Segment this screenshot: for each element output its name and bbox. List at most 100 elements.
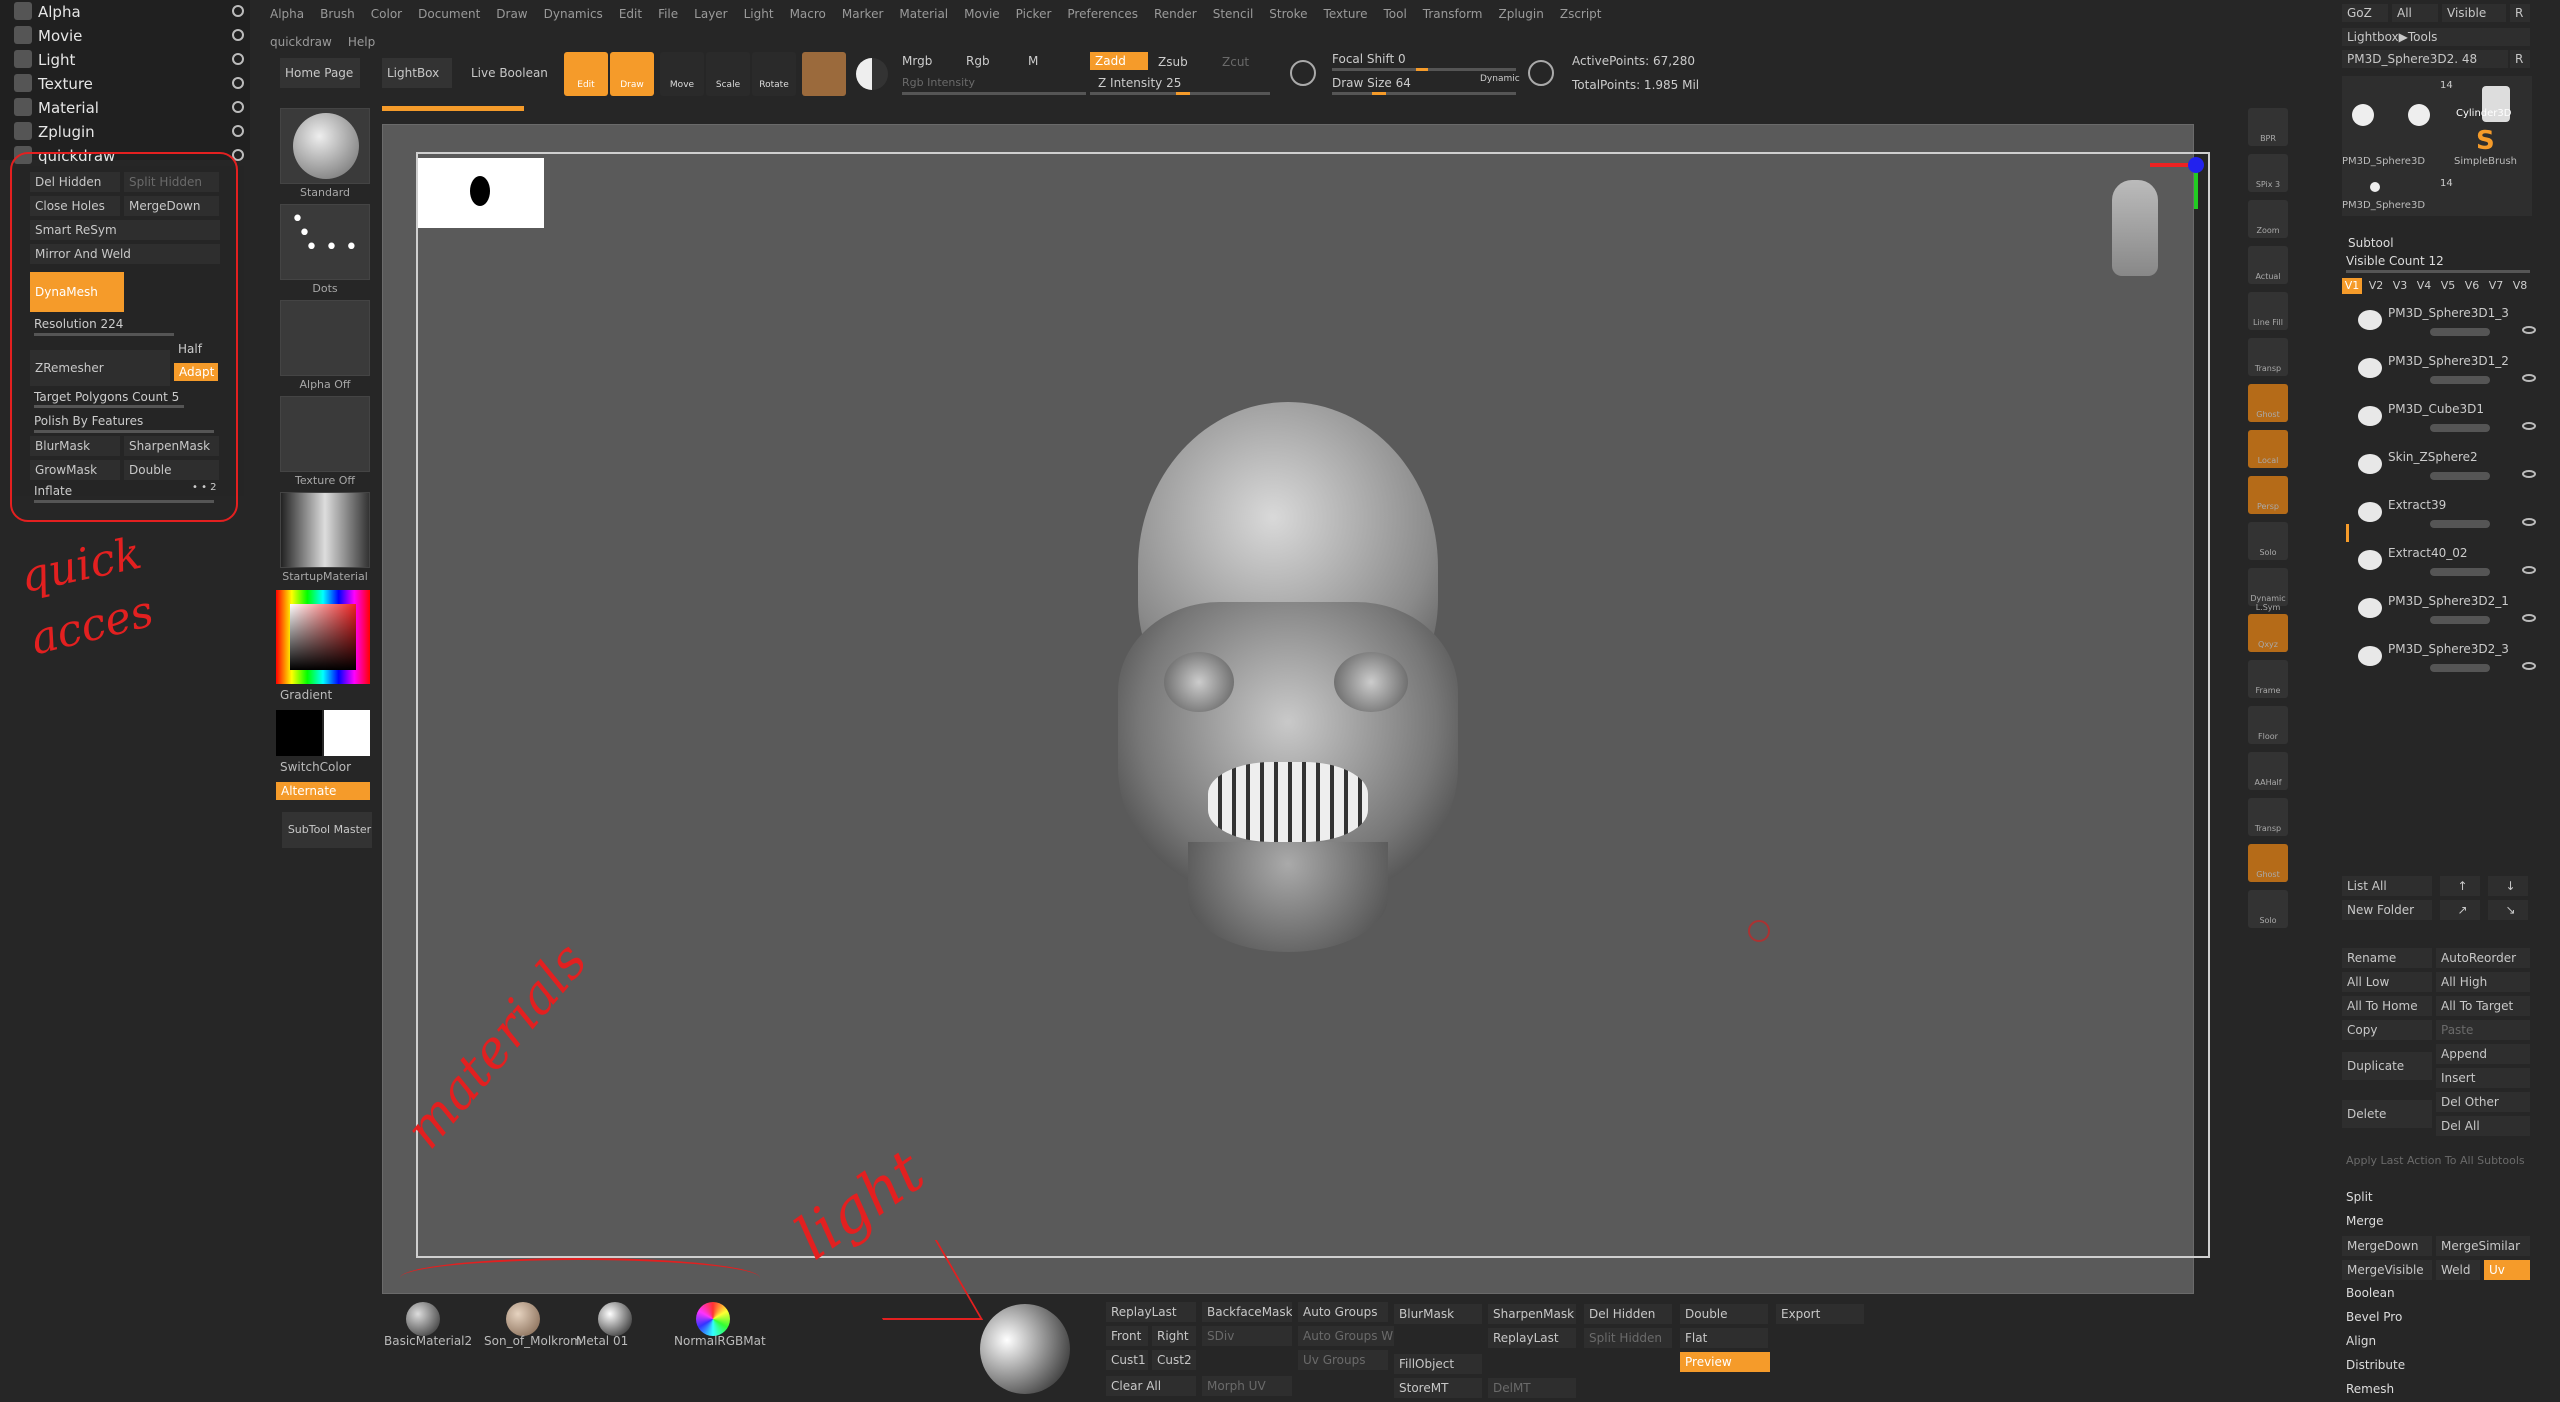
material-sphere-icon[interactable] bbox=[598, 1302, 632, 1336]
del-other-button[interactable]: Del Other bbox=[2436, 1092, 2530, 1112]
menu-item-movie[interactable]: Movie bbox=[964, 0, 1000, 28]
color-square[interactable] bbox=[290, 604, 356, 670]
backfacemask-button[interactable]: BackfaceMask bbox=[1202, 1302, 1292, 1322]
bottom-double-button[interactable]: Double bbox=[1680, 1304, 1768, 1324]
half-sphere-icon[interactable] bbox=[856, 58, 888, 90]
eye-icon[interactable] bbox=[2522, 662, 2536, 670]
eye-icon[interactable] bbox=[2522, 374, 2536, 382]
r2-button[interactable]: R bbox=[2510, 50, 2530, 68]
visible-count-slider[interactable] bbox=[2346, 270, 2530, 273]
lightbox-button[interactable]: LightBox bbox=[382, 58, 452, 88]
version-v2-button[interactable]: V2 bbox=[2366, 278, 2386, 294]
material-sphere-icon[interactable] bbox=[506, 1302, 540, 1336]
sdiv-slider[interactable]: SDiv bbox=[1202, 1326, 1292, 1346]
view-persp-button[interactable]: Persp bbox=[2248, 476, 2288, 514]
view-spix-3-button[interactable]: SPix 3 bbox=[2248, 154, 2288, 192]
pop-out-icon[interactable] bbox=[232, 101, 244, 113]
view-transp-button[interactable]: Transp bbox=[2248, 798, 2288, 836]
merge-section[interactable]: Merge bbox=[2346, 1214, 2383, 1228]
brush-selector[interactable]: Standard bbox=[280, 108, 370, 199]
menu-item-zscript[interactable]: Zscript bbox=[1560, 0, 1602, 28]
autogroups-button[interactable]: Auto Groups bbox=[1298, 1302, 1388, 1322]
arrow-down-button[interactable]: ↓ bbox=[2488, 876, 2528, 896]
autogroups-uv-button[interactable]: Auto Groups With UV bbox=[1298, 1326, 1394, 1346]
rgb-intensity-label[interactable]: Rgb Intensity bbox=[902, 76, 975, 89]
align-section[interactable]: Align bbox=[2346, 1334, 2376, 1348]
menu-item-texture[interactable]: Texture bbox=[1324, 0, 1368, 28]
axis-gizmo-icon[interactable] bbox=[2150, 155, 2208, 215]
switch-color-button[interactable]: SwitchColor bbox=[280, 760, 351, 774]
palette-texture[interactable]: Texture bbox=[14, 72, 244, 96]
subtool-toggles[interactable] bbox=[2430, 664, 2490, 672]
tool-thumbnails[interactable]: 14 PM3D_Sphere3D Cylinder3D S SimpleBrus… bbox=[2342, 76, 2532, 216]
view-line-fill-button[interactable]: Line Fill bbox=[2248, 292, 2288, 330]
boolean-section[interactable]: Boolean bbox=[2346, 1286, 2395, 1300]
uv-groups-button[interactable]: Uv Groups bbox=[1298, 1350, 1388, 1370]
skull-sculpt-model[interactable] bbox=[1098, 402, 1478, 962]
menu-item-alpha[interactable]: Alpha bbox=[270, 0, 304, 28]
export-button[interactable]: Export bbox=[1776, 1304, 1864, 1324]
zadd-button[interactable]: Zadd bbox=[1090, 52, 1148, 70]
pop-out-icon[interactable] bbox=[232, 77, 244, 89]
eye-icon[interactable] bbox=[2522, 326, 2536, 334]
apply-last-action-label[interactable]: Apply Last Action To All Subtools bbox=[2346, 1154, 2525, 1167]
zcut-button[interactable]: Zcut bbox=[1222, 55, 1249, 69]
palette-zplugin[interactable]: Zplugin bbox=[14, 120, 244, 144]
view-dynamic-l-sym-button[interactable]: Dynamic L.Sym bbox=[2248, 568, 2288, 612]
view-bpr-button[interactable]: BPR bbox=[2248, 108, 2288, 146]
menu-item-light[interactable]: Light bbox=[744, 0, 774, 28]
mergedown-button[interactable]: MergeDown bbox=[2342, 1236, 2432, 1256]
version-v4-button[interactable]: V4 bbox=[2414, 278, 2434, 294]
visible-button[interactable]: Visible bbox=[2442, 4, 2506, 22]
alpha-selector[interactable]: Alpha Off bbox=[280, 300, 370, 391]
menu-item-marker[interactable]: Marker bbox=[842, 0, 883, 28]
subtool-toggles[interactable] bbox=[2430, 520, 2490, 528]
zsub-button[interactable]: Zsub bbox=[1158, 55, 1188, 69]
subtool-toggles[interactable] bbox=[2430, 472, 2490, 480]
rgb-toggle[interactable]: Rgb bbox=[966, 54, 990, 68]
version-v8-button[interactable]: V8 bbox=[2510, 278, 2530, 294]
subtool-toggles[interactable] bbox=[2430, 376, 2490, 384]
sphere-thumb-icon[interactable] bbox=[2352, 104, 2374, 126]
material-selector[interactable]: StartupMaterial bbox=[280, 492, 370, 583]
menu-item-preferences[interactable]: Preferences bbox=[1067, 0, 1138, 28]
distribute-section[interactable]: Distribute bbox=[2346, 1358, 2405, 1372]
version-v3-button[interactable]: V3 bbox=[2390, 278, 2410, 294]
scale-mode-button[interactable]: Scale bbox=[706, 52, 750, 96]
menu-item-stencil[interactable]: Stencil bbox=[1213, 0, 1254, 28]
stroke-selector[interactable]: • • • • • Dots bbox=[280, 204, 370, 295]
new-folder-button[interactable]: New Folder bbox=[2342, 900, 2432, 920]
live-boolean-button[interactable]: Live Boolean bbox=[466, 58, 552, 88]
flat-button[interactable]: Flat bbox=[1680, 1328, 1768, 1348]
autoreorder-button[interactable]: AutoReorder bbox=[2436, 948, 2530, 968]
focal-shift-label[interactable]: Focal Shift 0 bbox=[1332, 52, 1406, 66]
home-page-button[interactable]: Home Page bbox=[280, 58, 360, 88]
view-floor-button[interactable]: Floor bbox=[2248, 706, 2288, 744]
menu-item-help[interactable]: Help bbox=[348, 28, 375, 56]
material-sphere-icon[interactable] bbox=[406, 1302, 440, 1336]
rename-button[interactable]: Rename bbox=[2342, 948, 2432, 968]
pop-out-icon[interactable] bbox=[232, 53, 244, 65]
secondary-color-swatch[interactable] bbox=[324, 710, 370, 756]
subtool-item[interactable]: PM3D_Sphere3D2_1 bbox=[2340, 592, 2540, 638]
view-solo-button[interactable]: Solo bbox=[2248, 522, 2288, 560]
menu-item-tool[interactable]: Tool bbox=[1383, 0, 1406, 28]
light-preview-sphere[interactable] bbox=[980, 1304, 1070, 1394]
edit-mode-button[interactable]: Edit bbox=[564, 52, 608, 96]
all-button[interactable]: All bbox=[2392, 4, 2438, 22]
dynamic-toggle[interactable]: Dynamic bbox=[1480, 74, 1520, 84]
split-section[interactable]: Split bbox=[2346, 1190, 2373, 1204]
eye-icon[interactable] bbox=[2522, 566, 2536, 574]
material-sphere-icon[interactable] bbox=[696, 1302, 730, 1336]
uv-button[interactable]: Uv bbox=[2484, 1260, 2530, 1280]
folder-up-button[interactable]: ↗ bbox=[2440, 900, 2480, 920]
sphere-thumb-icon[interactable] bbox=[2408, 104, 2430, 126]
subtool-item[interactable]: PM3D_Sphere3D1_3 bbox=[2340, 304, 2540, 350]
menu-item-file[interactable]: File bbox=[658, 0, 678, 28]
storemt-button[interactable]: StoreMT bbox=[1394, 1378, 1482, 1398]
bottom-del-hidden-button[interactable]: Del Hidden bbox=[1584, 1304, 1672, 1324]
material-swatch-button[interactable] bbox=[802, 52, 846, 96]
subtool-toggles[interactable] bbox=[2430, 616, 2490, 624]
current-tool-slider[interactable]: PM3D_Sphere3D2. 48 bbox=[2342, 50, 2508, 68]
folder-down-button[interactable]: ↘ bbox=[2488, 900, 2528, 920]
